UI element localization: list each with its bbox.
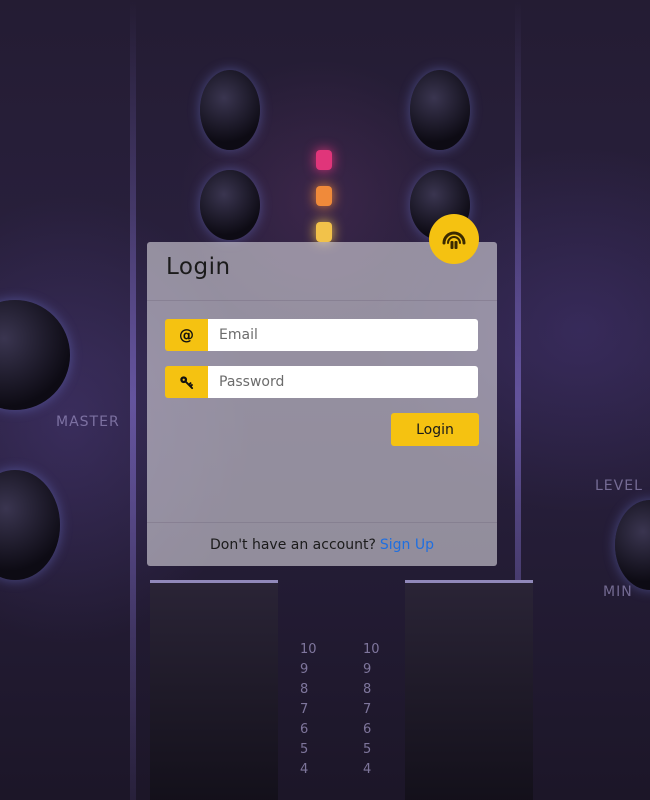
knob (0, 300, 70, 410)
fader (405, 580, 533, 800)
knob (615, 500, 650, 590)
signup-prompt: Don't have an account? (209, 537, 376, 553)
email-input[interactable] (208, 319, 478, 351)
password-input[interactable] (208, 366, 478, 398)
key-icon (165, 366, 208, 398)
level-led (316, 222, 332, 242)
fader (150, 580, 278, 800)
headphones-icon-graphic (442, 231, 466, 249)
bg-label: LEVEL (595, 478, 643, 494)
fader-scale: 10 9 8 7 6 5 4 (363, 642, 380, 777)
at-sign-icon: @ (165, 319, 208, 351)
knob (410, 70, 470, 150)
fader-scale: 10 9 8 7 6 5 4 (300, 642, 317, 777)
card-header: Login (147, 214, 497, 301)
login-card: Login @ Login Don't have an account? Sig… (147, 214, 497, 567)
bg-label: MIN (603, 584, 633, 600)
knob (200, 170, 260, 240)
knob (200, 70, 260, 150)
email-field-group: @ (165, 319, 478, 351)
headphones-icon (429, 214, 479, 264)
signup-link[interactable]: Sign Up (380, 537, 434, 553)
bg-label: MASTER (56, 414, 120, 430)
login-title: Login (166, 254, 231, 280)
light-strip (130, 0, 136, 800)
password-field-group (165, 366, 478, 398)
level-led (316, 186, 332, 206)
login-button[interactable]: Login (391, 413, 479, 446)
card-footer: Don't have an account? Sign Up (147, 522, 497, 567)
knob (0, 470, 60, 580)
level-led (316, 150, 332, 170)
